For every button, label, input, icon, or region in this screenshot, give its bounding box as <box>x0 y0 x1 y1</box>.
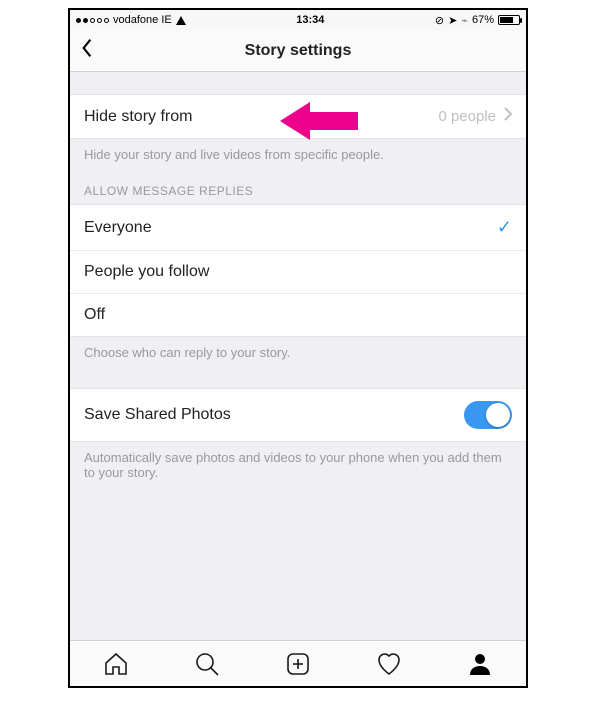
replies-option-off[interactable]: Off <box>70 294 526 337</box>
phone-frame: vodafone IE 13:34 ⊘ ➤ ⌁ 67% Story settin… <box>68 8 528 688</box>
tab-activity[interactable] <box>344 641 435 686</box>
battery-icon <box>498 15 520 25</box>
hide-story-hint: Hide your story and live videos from spe… <box>70 139 526 176</box>
signal-dots-icon <box>76 18 109 23</box>
status-time: 13:34 <box>186 14 435 26</box>
tab-search[interactable] <box>161 641 252 686</box>
location-icon: ➤ <box>448 14 457 27</box>
save-shared-photos-row: Save Shared Photos <box>70 388 526 442</box>
chevron-left-icon <box>80 38 94 58</box>
toggle-knob <box>486 403 510 427</box>
wifi-icon <box>176 16 186 25</box>
page-title: Story settings <box>70 42 526 60</box>
replies-option-following[interactable]: People you follow <box>70 251 526 294</box>
replies-section-header: ALLOW MESSAGE REPLIES <box>70 176 526 204</box>
content: Hide story from 0 people Hide your story… <box>70 72 526 640</box>
tab-home[interactable] <box>70 641 161 686</box>
nav-bar: Story settings <box>70 30 526 72</box>
replies-option-label: Off <box>84 306 512 324</box>
save-shared-photos-hint: Automatically save photos and videos to … <box>70 442 526 494</box>
save-shared-photos-toggle[interactable] <box>464 401 512 429</box>
bluetooth-icon: ⌁ <box>461 14 468 27</box>
save-shared-photos-label: Save Shared Photos <box>84 406 464 424</box>
hide-story-from-row[interactable]: Hide story from 0 people <box>70 94 526 139</box>
tab-add[interactable] <box>252 641 343 686</box>
replies-option-label: People you follow <box>84 263 512 281</box>
battery-pct: 67% <box>472 14 494 26</box>
dnd-icon: ⊘ <box>435 14 444 27</box>
tab-bar <box>70 640 526 686</box>
tab-profile[interactable] <box>435 641 526 686</box>
checkmark-icon: ✓ <box>497 217 512 238</box>
hide-story-value: 0 people <box>438 108 496 125</box>
replies-option-label: Everyone <box>84 219 497 237</box>
hide-story-label: Hide story from <box>84 108 438 126</box>
home-icon <box>103 651 129 677</box>
back-button[interactable] <box>80 38 94 63</box>
carrier-label: vodafone IE <box>113 14 172 26</box>
add-post-icon <box>285 651 311 677</box>
status-bar: vodafone IE 13:34 ⊘ ➤ ⌁ 67% <box>70 10 526 30</box>
profile-icon <box>467 651 493 677</box>
search-icon <box>194 651 220 677</box>
replies-option-everyone[interactable]: Everyone ✓ <box>70 204 526 251</box>
replies-hint: Choose who can reply to your story. <box>70 337 526 374</box>
chevron-right-icon <box>504 107 512 126</box>
replies-group: Everyone ✓ People you follow Off <box>70 204 526 337</box>
heart-icon <box>376 651 402 677</box>
